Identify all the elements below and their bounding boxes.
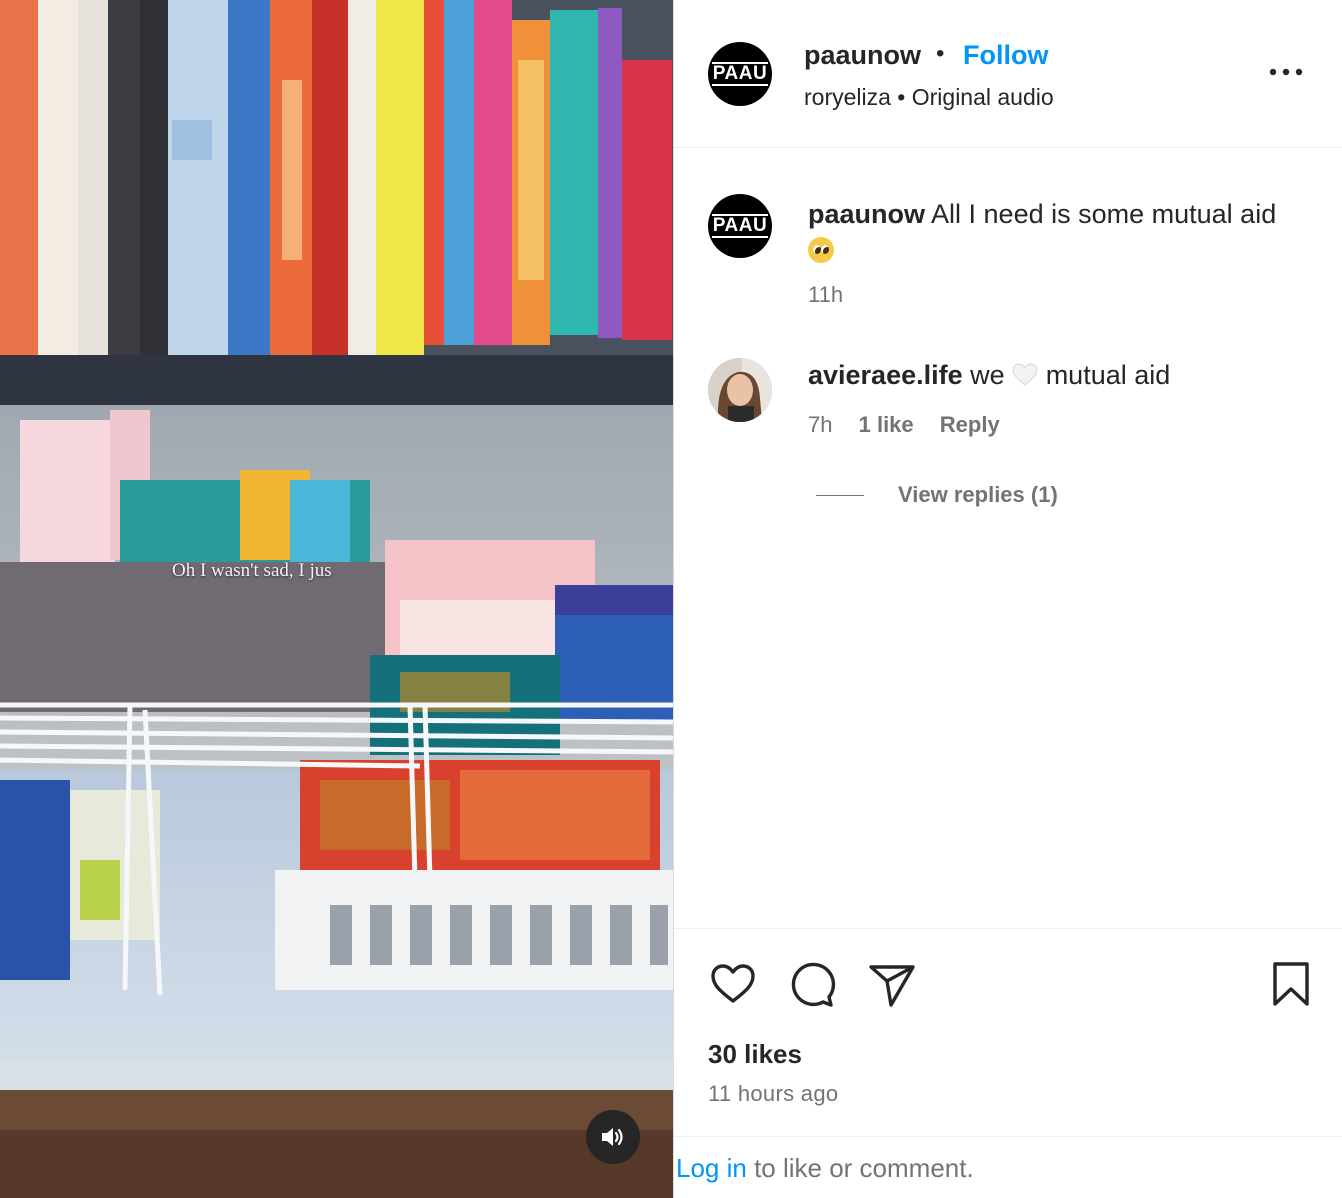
comment-text: avieraee.life we mutual aid xyxy=(808,360,1170,391)
heart-icon xyxy=(711,964,755,1003)
comment-meta: 7h 1 like Reply xyxy=(808,412,1020,438)
post-details-panel: PAAU paaunow • Follow roryeliza • Origin… xyxy=(673,0,1342,1198)
audio-attribution[interactable]: roryeliza • Original audio xyxy=(804,84,1054,111)
likes-count[interactable]: 30 likes xyxy=(708,1039,802,1070)
reply-button[interactable]: Reply xyxy=(940,412,1000,437)
caption-author-avatar[interactable]: PAAU xyxy=(708,194,772,258)
view-replies-label: View replies (1) xyxy=(898,482,1058,507)
white-heart-emoji-icon xyxy=(1012,363,1038,386)
post-header: PAAU paaunow • Follow roryeliza • Origin… xyxy=(674,0,1342,148)
commenter-avatar[interactable] xyxy=(708,358,772,422)
author-avatar[interactable]: PAAU xyxy=(708,42,772,106)
audio-toggle-button[interactable] xyxy=(586,1110,640,1164)
video-frame xyxy=(0,0,673,1198)
login-prompt-rest: to like or comment. xyxy=(746,1153,974,1183)
video-caption-overlay: Oh I wasn't sad, I jus xyxy=(172,560,332,581)
post-video[interactable]: Oh I wasn't sad, I jus xyxy=(0,0,673,1198)
bookmark-icon xyxy=(1273,962,1309,1006)
caption-timestamp[interactable]: 11h xyxy=(808,282,843,308)
save-button[interactable] xyxy=(1266,959,1316,1009)
caption-text: paaunow All I need is some mutual aid xyxy=(808,196,1318,268)
comment-body-end: mutual aid xyxy=(1045,360,1171,390)
post-actions: 30 likes 11 hours ago xyxy=(674,928,1342,1136)
comment-icon xyxy=(791,962,836,1007)
comment-button[interactable] xyxy=(786,959,836,1009)
more-horizontal-icon xyxy=(1269,68,1303,76)
caption-body: All I need is some mutual aid xyxy=(931,199,1277,229)
avatar-logo-text: PAAU xyxy=(711,214,769,238)
caption-username[interactable]: paaunow xyxy=(808,199,925,229)
send-icon xyxy=(869,965,915,1007)
comment-body-start: we xyxy=(970,360,1005,390)
speaker-icon xyxy=(602,1128,623,1146)
follow-button[interactable]: Follow xyxy=(963,40,1048,71)
comment-timestamp[interactable]: 7h xyxy=(808,412,832,437)
header-separator: • xyxy=(936,40,945,67)
more-options-button[interactable] xyxy=(1266,52,1306,92)
login-prompt-text: Log in to like or comment. xyxy=(676,1153,974,1184)
login-link[interactable]: Log in xyxy=(676,1153,747,1183)
author-username[interactable]: paaunow xyxy=(804,40,921,71)
login-prompt: Log in to like or comment. xyxy=(674,1136,1342,1198)
commenter-photo xyxy=(708,358,772,422)
commenter-username[interactable]: avieraee.life xyxy=(808,360,963,390)
pleading-face-emoji-icon xyxy=(808,237,834,263)
post-timestamp[interactable]: 11 hours ago xyxy=(708,1081,838,1107)
share-button[interactable] xyxy=(867,959,917,1009)
like-button[interactable] xyxy=(708,959,758,1009)
avatar-logo-text: PAAU xyxy=(711,62,769,86)
comment-likes-count[interactable]: 1 like xyxy=(859,412,914,437)
replies-divider-line xyxy=(816,494,864,496)
view-replies-button[interactable]: View replies (1) xyxy=(816,482,1058,508)
